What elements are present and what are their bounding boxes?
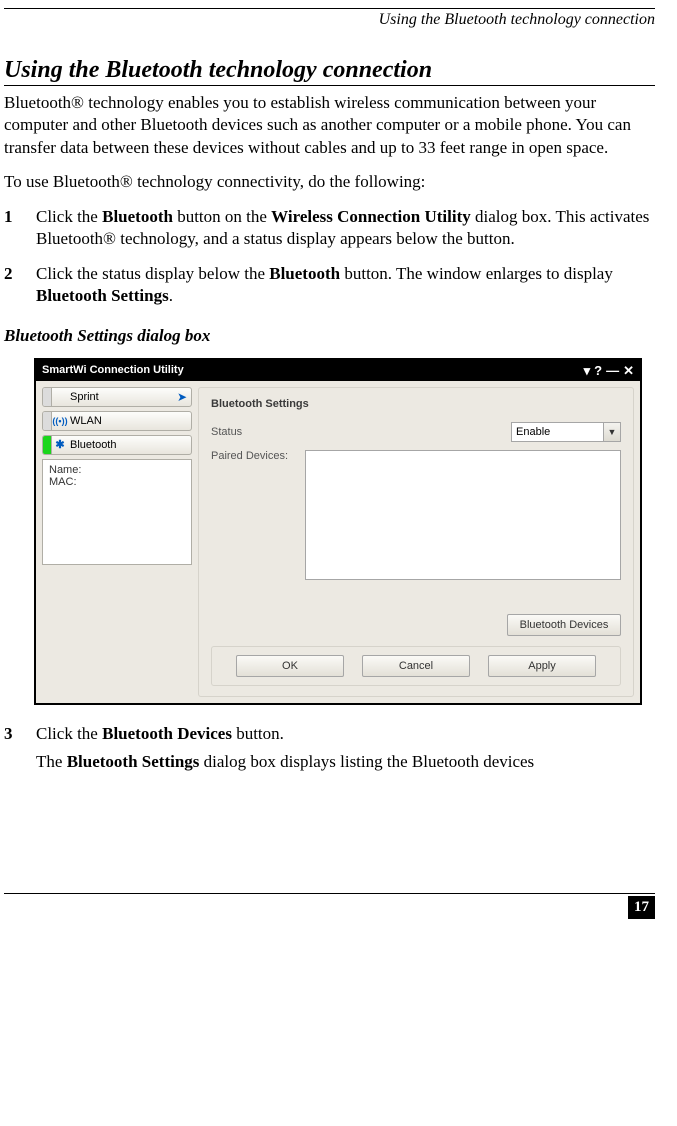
section-title: Using the Bluetooth technology connectio… — [4, 57, 655, 86]
status-select[interactable]: Enable ▼ — [511, 422, 621, 442]
help-icon[interactable]: ? — [594, 364, 602, 377]
step-2: 2 Click the status display below the Blu… — [4, 263, 655, 308]
lead-in: To use Bluetooth® technology connectivit… — [4, 171, 655, 193]
wifi-icon: ((•)) — [52, 416, 68, 426]
titlebar[interactable]: SmartWi Connection Utility ▾ ? — ✕ — [36, 360, 640, 381]
intro-paragraph: Bluetooth® technology enables you to est… — [4, 92, 655, 159]
bluetooth-button[interactable]: ✱ Bluetooth — [42, 435, 192, 455]
sprint-arrow-icon: ➤ — [177, 390, 191, 404]
status-label: Status — [211, 426, 301, 438]
minimize-icon[interactable]: — — [606, 364, 619, 377]
panel-title: Bluetooth Settings — [211, 398, 621, 410]
step-number: 1 — [4, 206, 36, 251]
status-led — [43, 436, 52, 454]
bluetooth-devices-button[interactable]: Bluetooth Devices — [507, 614, 621, 636]
step-1: 1 Click the Bluetooth button on the Wire… — [4, 206, 655, 251]
ok-button[interactable]: OK — [236, 655, 344, 677]
status-led — [43, 388, 52, 406]
bluetooth-icon: ✱ — [52, 438, 68, 451]
sprint-label: Sprint — [68, 391, 177, 403]
page-number: 17 — [628, 896, 655, 919]
step-3: 3 Click the Bluetooth Devices button. — [4, 723, 655, 745]
menu-icon[interactable]: ▾ — [584, 364, 591, 377]
window-title: SmartWi Connection Utility — [42, 364, 580, 376]
status-led — [43, 412, 52, 430]
step-text: Click the status display below the Bluet… — [36, 263, 655, 308]
paired-label: Paired Devices: — [211, 450, 301, 606]
figure-caption: Bluetooth Settings dialog box — [4, 326, 655, 346]
dialog-window: SmartWi Connection Utility ▾ ? — ✕ Sprin… — [34, 358, 642, 705]
step-number: 3 — [4, 723, 36, 745]
info-name-label: Name: — [49, 464, 185, 476]
bluetooth-label: Bluetooth — [68, 439, 191, 451]
step-number: 2 — [4, 263, 36, 308]
close-icon[interactable]: ✕ — [623, 364, 634, 377]
step-3-follow: The Bluetooth Settings dialog box displa… — [36, 751, 655, 773]
step-text: Click the Bluetooth button on the Wirele… — [36, 206, 655, 251]
info-mac-label: MAC: — [49, 476, 185, 488]
cancel-button[interactable]: Cancel — [362, 655, 470, 677]
action-row: OK Cancel Apply — [211, 646, 621, 686]
running-head: Using the Bluetooth technology connectio… — [4, 11, 655, 29]
status-value: Enable — [512, 426, 603, 438]
sprint-button[interactable]: Sprint ➤ — [42, 387, 192, 407]
wlan-label: WLAN — [68, 415, 191, 427]
chevron-down-icon[interactable]: ▼ — [603, 423, 620, 441]
step-text: Click the Bluetooth Devices button. — [36, 723, 284, 745]
settings-panel: Bluetooth Settings Status Enable ▼ Paire… — [198, 387, 634, 697]
info-box: Name: MAC: — [42, 459, 192, 565]
apply-button[interactable]: Apply — [488, 655, 596, 677]
paired-devices-list[interactable] — [305, 450, 621, 580]
wlan-button[interactable]: ((•)) WLAN — [42, 411, 192, 431]
